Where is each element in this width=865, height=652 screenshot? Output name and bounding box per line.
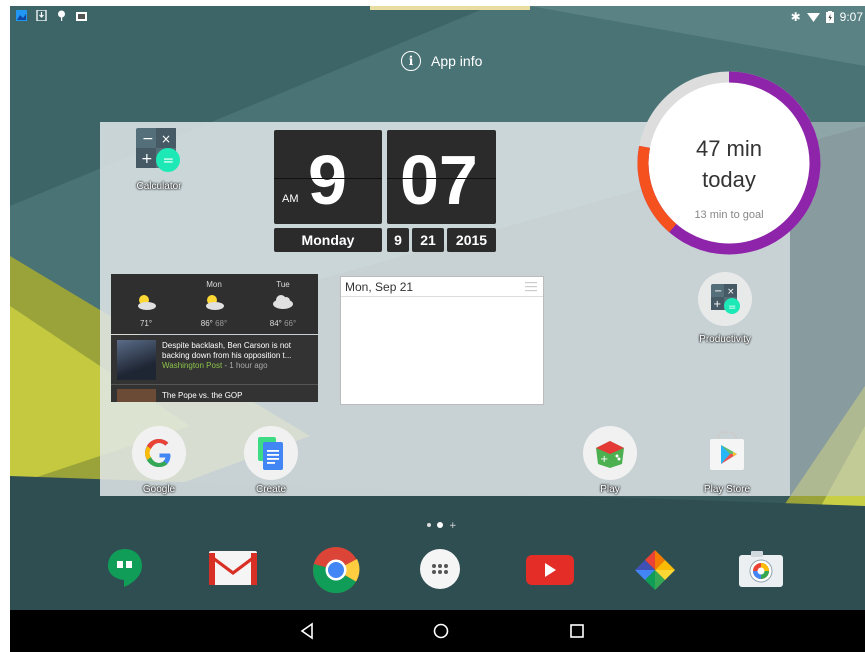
- home-icon[interactable]: [432, 622, 450, 640]
- weather-day: Mon 86° 68°: [179, 274, 249, 334]
- menu-icon[interactable]: [525, 282, 537, 292]
- svg-text:+: +: [713, 299, 721, 310]
- weather-high: 86°: [200, 319, 213, 328]
- clock-hour: 9: [308, 141, 347, 219]
- youtube-icon[interactable]: [524, 551, 576, 587]
- news-age: - 1 hour ago: [222, 361, 268, 370]
- gmail-icon[interactable]: [208, 547, 258, 589]
- photos-icon[interactable]: [632, 547, 678, 593]
- weather-temp: 71°: [111, 319, 181, 328]
- play-games-icon[interactable]: +: [583, 426, 637, 480]
- page-indicator: +: [427, 521, 456, 531]
- weather-low: 68°: [215, 319, 228, 328]
- app-info-button[interactable]: i App info: [401, 51, 482, 71]
- navigation-bar: [10, 610, 865, 652]
- notification-icons: [16, 10, 87, 21]
- play-store-icon[interactable]: [700, 426, 754, 480]
- android-home-screen: ✱ 9:07 i App info − × + = Calculator 9 A…: [10, 6, 865, 652]
- news-thumbnail: [117, 389, 156, 402]
- screenshot-notification-icon: [76, 12, 87, 21]
- app-info-label: App info: [431, 53, 483, 69]
- cloud-icon: [273, 295, 293, 309]
- fit-minutes: 47 min: [695, 136, 763, 161]
- battery-icon: [825, 11, 834, 23]
- svg-text:−: −: [142, 131, 154, 147]
- svg-text:=: =: [728, 302, 736, 313]
- recents-icon[interactable]: [568, 622, 586, 640]
- news-item[interactable]: Despite backlash, Ben Carson is not back…: [162, 341, 314, 371]
- gallery-notification-icon: [16, 10, 27, 21]
- news-widget[interactable]: Despite backlash, Ben Carson is not back…: [111, 335, 318, 402]
- google-icon[interactable]: [132, 426, 186, 480]
- productivity-label: Productivity: [699, 334, 751, 345]
- weather-widget[interactable]: 71° Mon 86° 68° Tue 84° 66°: [111, 274, 318, 334]
- news-source: Washington Post: [162, 361, 223, 370]
- play-store-label: Play Store: [703, 484, 751, 495]
- weather-day: 71°: [111, 274, 181, 334]
- fit-ring-text: 47 min today 13 min to goal: [632, 66, 826, 260]
- weather-day-name: Mon: [206, 280, 222, 289]
- svg-text:−: −: [714, 286, 722, 297]
- wifi-icon: [806, 12, 820, 22]
- weather-low: 66°: [284, 319, 297, 328]
- clock-year: 2015: [447, 228, 496, 252]
- sun-cloud-icon: [138, 295, 156, 310]
- status-bar: ✱ 9:07: [10, 6, 865, 28]
- pin-notification-icon: [58, 10, 65, 21]
- back-icon[interactable]: [298, 622, 316, 640]
- weather-day: Tue 84° 66°: [248, 274, 318, 334]
- docs-icon[interactable]: [244, 426, 298, 480]
- clock-minute-card[interactable]: 07: [387, 130, 496, 224]
- weather-day-name: Tue: [276, 280, 290, 289]
- create-label: Create: [255, 484, 286, 495]
- svg-text:+: +: [141, 151, 153, 167]
- agenda-date[interactable]: Mon, Sep 21: [341, 277, 543, 297]
- system-icons: ✱ 9:07: [791, 10, 863, 24]
- flip-divider: [387, 178, 496, 179]
- camera-icon[interactable]: [737, 549, 785, 589]
- status-time: 9:07: [839, 10, 863, 24]
- download-notification-icon: [36, 10, 47, 21]
- weather-high: 71°: [139, 319, 153, 328]
- svg-text:×: ×: [161, 132, 171, 146]
- play-label: Play: [600, 484, 620, 495]
- weather-temp: 86° 68°: [179, 319, 249, 328]
- news-thumbnail: [117, 340, 156, 380]
- weather-high: 84°: [269, 319, 282, 328]
- clock-date: 21: [412, 228, 444, 252]
- news-headline: Despite backlash, Ben Carson is not back…: [162, 341, 292, 360]
- fit-period: today: [702, 167, 756, 192]
- clock-ampm: AM: [282, 193, 299, 205]
- productivity-folder-icon[interactable]: − × + =: [698, 272, 752, 326]
- news-divider: [111, 384, 318, 385]
- calendar-agenda-widget[interactable]: Mon, Sep 21: [340, 276, 544, 405]
- calculator-icon[interactable]: − × + =: [136, 128, 182, 174]
- clock-hour-card[interactable]: 9 AM: [274, 130, 382, 224]
- hangouts-icon[interactable]: [104, 547, 146, 589]
- svg-text:×: ×: [727, 287, 735, 297]
- svg-text:+: +: [600, 454, 608, 465]
- calculator-label: Calculator: [136, 181, 182, 192]
- bluetooth-icon: ✱: [790, 10, 801, 24]
- svg-text:+: +: [449, 521, 456, 531]
- chrome-icon[interactable]: [312, 546, 360, 594]
- sun-cloud-icon: [206, 295, 224, 310]
- clock-month: 9: [387, 228, 409, 252]
- apps-drawer-icon[interactable]: [419, 548, 461, 590]
- weather-temp: 84° 66°: [248, 319, 318, 328]
- clock-minute: 07: [400, 141, 478, 219]
- flip-divider: [274, 178, 382, 179]
- fit-goal: 13 min to goal: [694, 209, 764, 221]
- google-label: Google: [142, 484, 176, 495]
- clock-day: Monday: [274, 228, 382, 252]
- info-icon: i: [401, 51, 421, 71]
- news-headline-2[interactable]: The Pope vs. the GOP: [162, 391, 242, 400]
- svg-text:=: =: [163, 153, 175, 169]
